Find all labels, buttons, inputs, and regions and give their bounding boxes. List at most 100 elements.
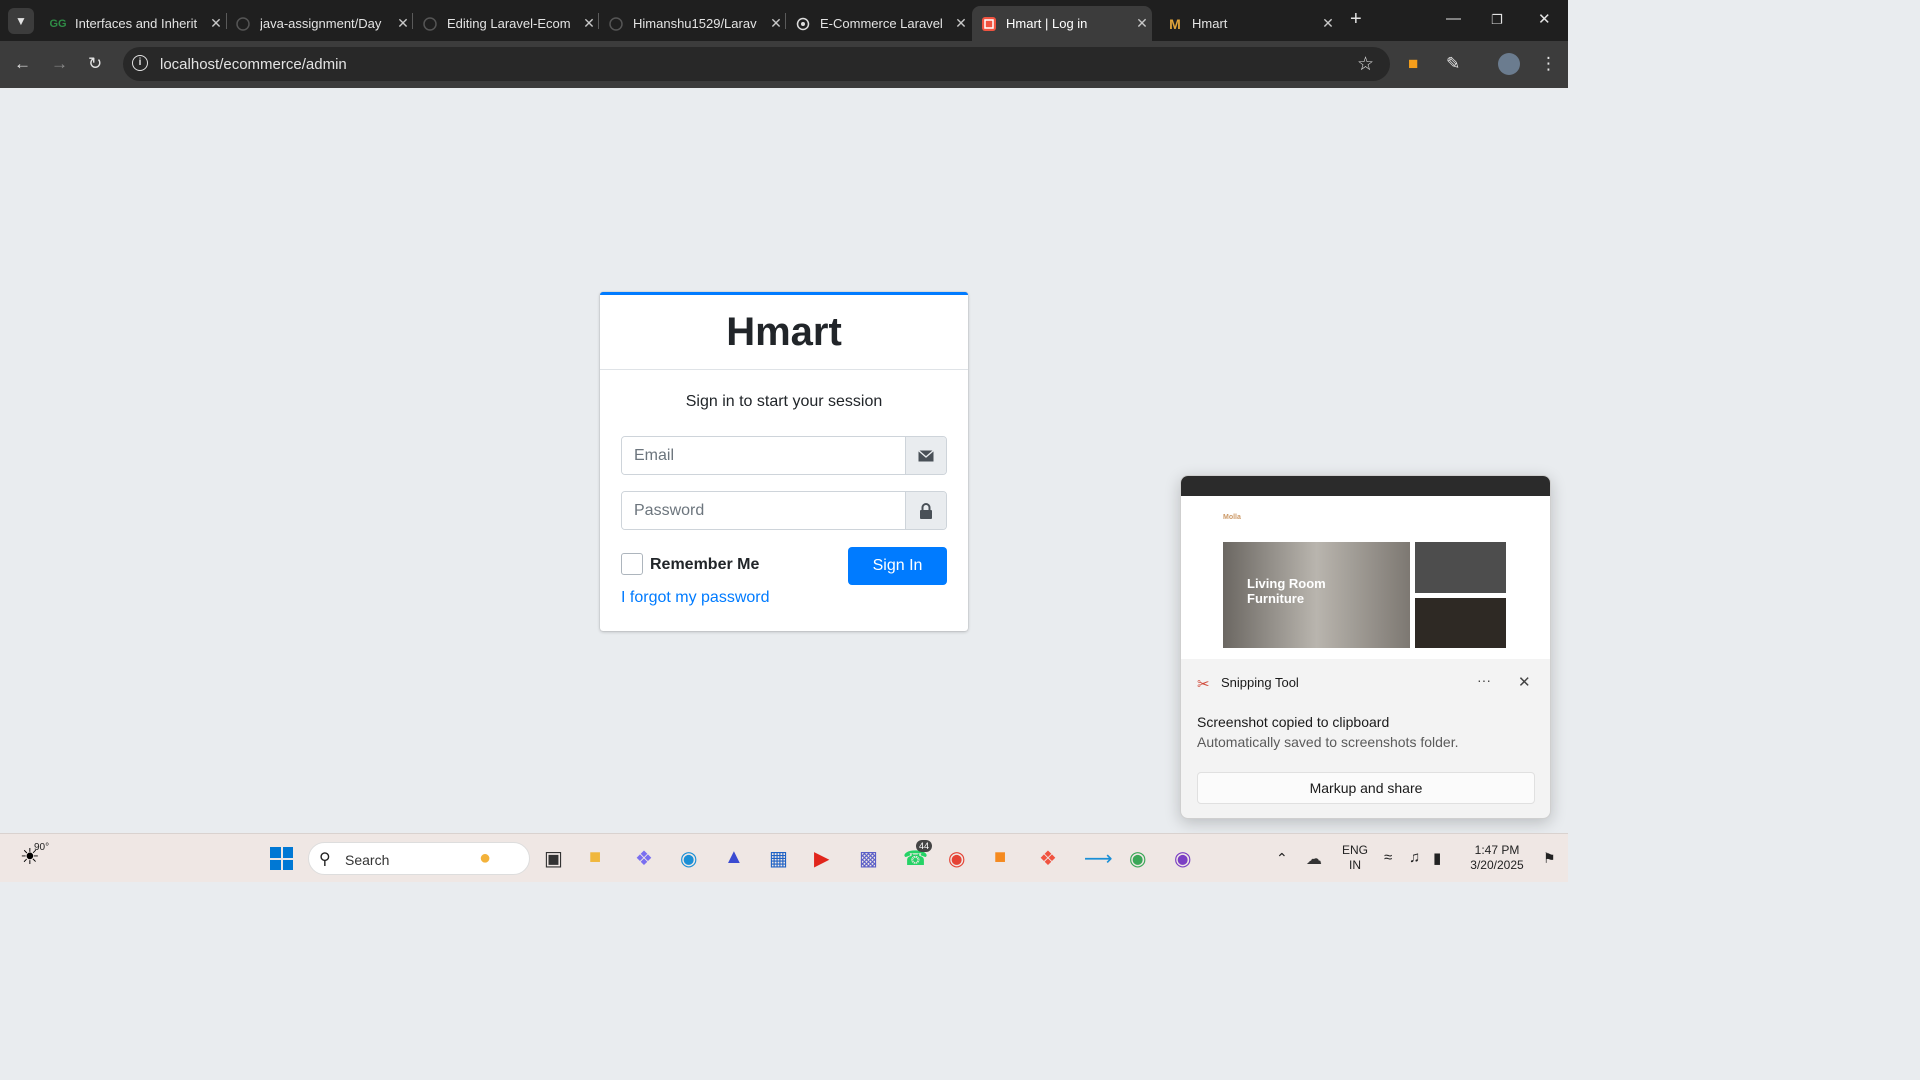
tab-hmart-login[interactable]: Hmart | Log in ✕ [972, 6, 1152, 41]
tab-title: Editing Laravel-Ecom [447, 16, 571, 31]
screenshot-preview[interactable]: Molla Living Room Furniture [1181, 476, 1550, 659]
tab-search-button[interactable]: ▼ [8, 8, 34, 34]
github-icon [608, 16, 624, 32]
preview-hero-image: Living Room Furniture [1223, 542, 1410, 648]
tab-hmart-mail[interactable]: M Hmart ✕ [1158, 6, 1338, 41]
profile-avatar[interactable] [1498, 53, 1520, 75]
card-header: Hmart [600, 295, 968, 370]
address-bar[interactable]: i localhost/ecommerce/admin ☆ [123, 47, 1390, 81]
forward-icon[interactable]: → [51, 54, 68, 74]
windows-logo-icon [270, 847, 281, 858]
windows-logo-icon [270, 859, 281, 870]
tab-separator [598, 13, 599, 29]
close-icon[interactable]: ✕ [1518, 673, 1531, 691]
task-view-icon[interactable]: ▣ [544, 846, 563, 871]
xampp-icon[interactable]: ❖ [1039, 846, 1057, 871]
site-info-icon[interactable]: i [132, 55, 148, 71]
password-input[interactable] [622, 492, 905, 529]
taskbar-search[interactable]: ⚲ Search ● [308, 842, 530, 875]
envelope-icon [905, 437, 946, 474]
extensions-icon[interactable]: ✎ [1446, 54, 1460, 74]
tab-interfaces[interactable]: GG Interfaces and Inherit ✕ [40, 6, 226, 41]
restore-icon[interactable]: ❐ [1491, 12, 1503, 28]
bookmark-star-icon[interactable]: ☆ [1357, 53, 1374, 76]
search-highlight-icon: ● [479, 847, 492, 869]
notification-subtitle: Automatically saved to screenshots folde… [1197, 734, 1459, 750]
chevron-up-icon[interactable]: ⌃ [1276, 850, 1288, 867]
email-group [621, 436, 947, 475]
date-text: 3/20/2025 [1470, 858, 1524, 872]
markup-share-button[interactable]: Markup and share [1197, 772, 1535, 804]
battery-icon[interactable]: ▮ [1433, 849, 1441, 867]
email-input[interactable] [622, 437, 905, 474]
temperature: 90° [34, 842, 50, 853]
url-text: localhost/ecommerce/admin [160, 56, 347, 73]
tab-ecommerce-laravel[interactable]: E-Commerce Laravel ✕ [787, 6, 971, 41]
close-icon[interactable]: ✕ [206, 15, 226, 32]
vscode-icon[interactable]: ⟶ [1084, 846, 1113, 871]
honey-extension-icon[interactable]: ■ [1408, 54, 1418, 74]
vscode-alt-icon[interactable]: ▲ [724, 846, 744, 869]
onedrive-icon[interactable]: ☁ [1306, 849, 1322, 869]
copilot-icon[interactable]: ❖ [635, 846, 653, 871]
more-options-icon[interactable]: ··· [1477, 672, 1491, 688]
github-icon [422, 16, 438, 32]
tab-title: Hmart [1192, 16, 1228, 31]
region-code: IN [1349, 858, 1361, 872]
new-tab-button[interactable]: + [1350, 8, 1362, 31]
tab-title: Hmart | Log in [1006, 16, 1088, 31]
chrome-profile-icon[interactable]: ◉ [1129, 846, 1146, 871]
browser-tab-strip: ▼ GG Interfaces and Inherit ✕ java-assig… [0, 0, 1568, 41]
preview-side-image [1415, 598, 1506, 648]
login-message: Sign in to start your session [685, 393, 883, 410]
login-card: Hmart Sign in to start your session Reme… [600, 292, 968, 631]
menu-icon[interactable]: ⋮ [1540, 54, 1557, 74]
gmail-icon: M [1169, 15, 1181, 32]
tab-himanshu[interactable]: Himanshu1529/Larav ✕ [600, 6, 786, 41]
chrome-icon[interactable]: ◉ [948, 846, 965, 871]
github-desktop-icon[interactable]: ◉ [1174, 846, 1191, 871]
tab-editing-laravel[interactable]: Editing Laravel-Ecom ✕ [413, 6, 599, 41]
tab-title: Himanshu1529/Larav [633, 16, 757, 31]
preview-browser-chrome [1181, 476, 1550, 496]
notification-bell-icon[interactable]: ⚑ [1543, 850, 1556, 867]
wifi-icon[interactable]: ≈ [1384, 849, 1392, 866]
start-button[interactable] [270, 847, 293, 870]
volume-icon[interactable]: ♫ [1409, 849, 1420, 866]
notification-app-name: Snipping Tool [1221, 675, 1299, 690]
time-text: 1:47 PM [1474, 843, 1520, 857]
whatsapp-badge: 44 [916, 840, 933, 852]
preview-heading: Living Room Furniture [1247, 576, 1326, 606]
close-icon[interactable]: ✕ [766, 15, 786, 32]
tab-java-assignment[interactable]: java-assignment/Day ✕ [227, 6, 413, 41]
reload-icon[interactable]: ↻ [88, 54, 102, 74]
preview-side-image [1415, 542, 1506, 593]
close-window-icon[interactable]: ✕ [1538, 10, 1551, 28]
brand-title[interactable]: Hmart [726, 310, 842, 355]
remember-label[interactable]: Remember Me [650, 556, 759, 574]
close-icon[interactable]: ✕ [579, 15, 599, 32]
sublime-icon[interactable]: ■ [994, 846, 1006, 869]
language-indicator[interactable]: ENG IN [1340, 843, 1370, 873]
back-icon[interactable]: ← [14, 54, 31, 74]
close-icon[interactable]: ✕ [1318, 15, 1338, 32]
file-explorer-icon[interactable]: ■ [589, 846, 601, 869]
close-icon[interactable]: ✕ [951, 15, 971, 32]
sign-in-button[interactable]: Sign In [848, 547, 947, 585]
close-icon[interactable]: ✕ [1132, 15, 1152, 32]
teams-icon[interactable]: ▩ [859, 846, 878, 871]
store-icon[interactable]: ▦ [769, 846, 788, 871]
snipping-tool-icon: ✂ [1197, 676, 1210, 693]
edge-icon[interactable]: ◉ [680, 846, 697, 871]
github-icon [235, 16, 251, 32]
youtube-icon[interactable]: ▶ [814, 846, 829, 871]
laravel-icon [981, 16, 997, 32]
clock[interactable]: 1:47 PM 3/20/2025 [1462, 843, 1532, 873]
password-group [621, 491, 947, 530]
tab-title: Interfaces and Inherit [75, 16, 198, 31]
gfg-icon: GG [49, 17, 67, 30]
forgot-password-link[interactable]: I forgot my password [621, 589, 770, 607]
minimize-icon[interactable]: — [1446, 10, 1461, 27]
close-icon[interactable]: ✕ [393, 15, 413, 32]
remember-checkbox[interactable] [621, 553, 643, 575]
